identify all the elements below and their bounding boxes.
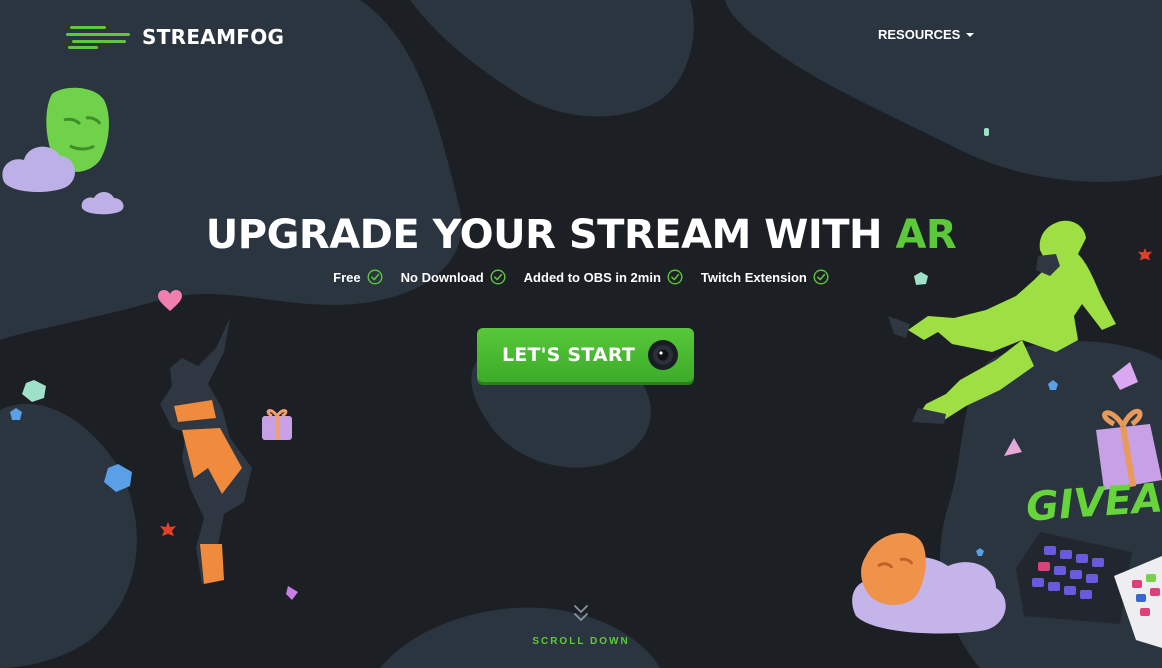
speed-lines-icon [66, 26, 130, 49]
teal-dot-icon [984, 128, 989, 136]
hero-title-main: UPGRADE YOUR STREAM WITH [205, 212, 896, 258]
check-circle-icon [813, 269, 829, 285]
resources-label: RESOURCES [878, 27, 961, 42]
pink-shard-icon [1004, 438, 1022, 456]
feature-label: Free [333, 269, 361, 285]
brand-logo[interactable]: STREAMFOG [66, 24, 284, 50]
dancer-figure-icon [160, 318, 252, 584]
lets-start-label: LET'S START [502, 344, 635, 366]
blue-tiny-cube-icon [976, 548, 984, 556]
mint-gem-icon [22, 380, 46, 402]
feature-item: Twitch Extension [701, 269, 829, 285]
camera-lens-icon [648, 340, 678, 370]
double-chevron-down-icon [574, 605, 588, 621]
blue-dot-icon [1048, 380, 1058, 390]
scroll-down-label: SCROLL DOWN [532, 636, 630, 647]
caret-down-icon [966, 33, 975, 37]
pink-crystal-icon [1112, 362, 1138, 390]
hero-title: UPGRADE YOUR STREAM WITH AR [0, 212, 1162, 258]
feature-label: Added to OBS in 2min [523, 269, 661, 285]
resources-menu[interactable]: RESOURCES [878, 27, 975, 42]
red-maple-leaf-icon [160, 522, 176, 536]
purple-cloud-icon [2, 146, 75, 192]
feature-item: Added to OBS in 2min [524, 269, 683, 285]
purple-shard-icon [286, 586, 298, 600]
brand-name: STREAMFOG [142, 25, 285, 49]
feature-item: Free [333, 269, 383, 285]
feature-label: No Download [400, 269, 484, 285]
blue-cube-small-icon [10, 408, 22, 420]
lets-start-button[interactable]: LET'S START [477, 328, 694, 382]
site-header: STREAMFOG RESOURCES [0, 0, 1162, 72]
feature-list: Free No Download Added to OBS in 2min Tw… [0, 269, 1162, 285]
check-circle-icon [490, 269, 506, 285]
pink-heart-icon [158, 290, 182, 311]
blue-gem-icon [104, 464, 132, 492]
gift-box-icon [262, 409, 292, 440]
check-circle-icon [367, 269, 383, 285]
check-circle-icon [667, 269, 683, 285]
scroll-down-indicator[interactable]: SCROLL DOWN [0, 604, 1162, 647]
hero-title-accent: AR [895, 212, 957, 258]
giveaway-banner[interactable]: GIVEA [1025, 475, 1162, 530]
feature-item: No Download [401, 269, 506, 285]
feature-label: Twitch Extension [700, 269, 807, 285]
